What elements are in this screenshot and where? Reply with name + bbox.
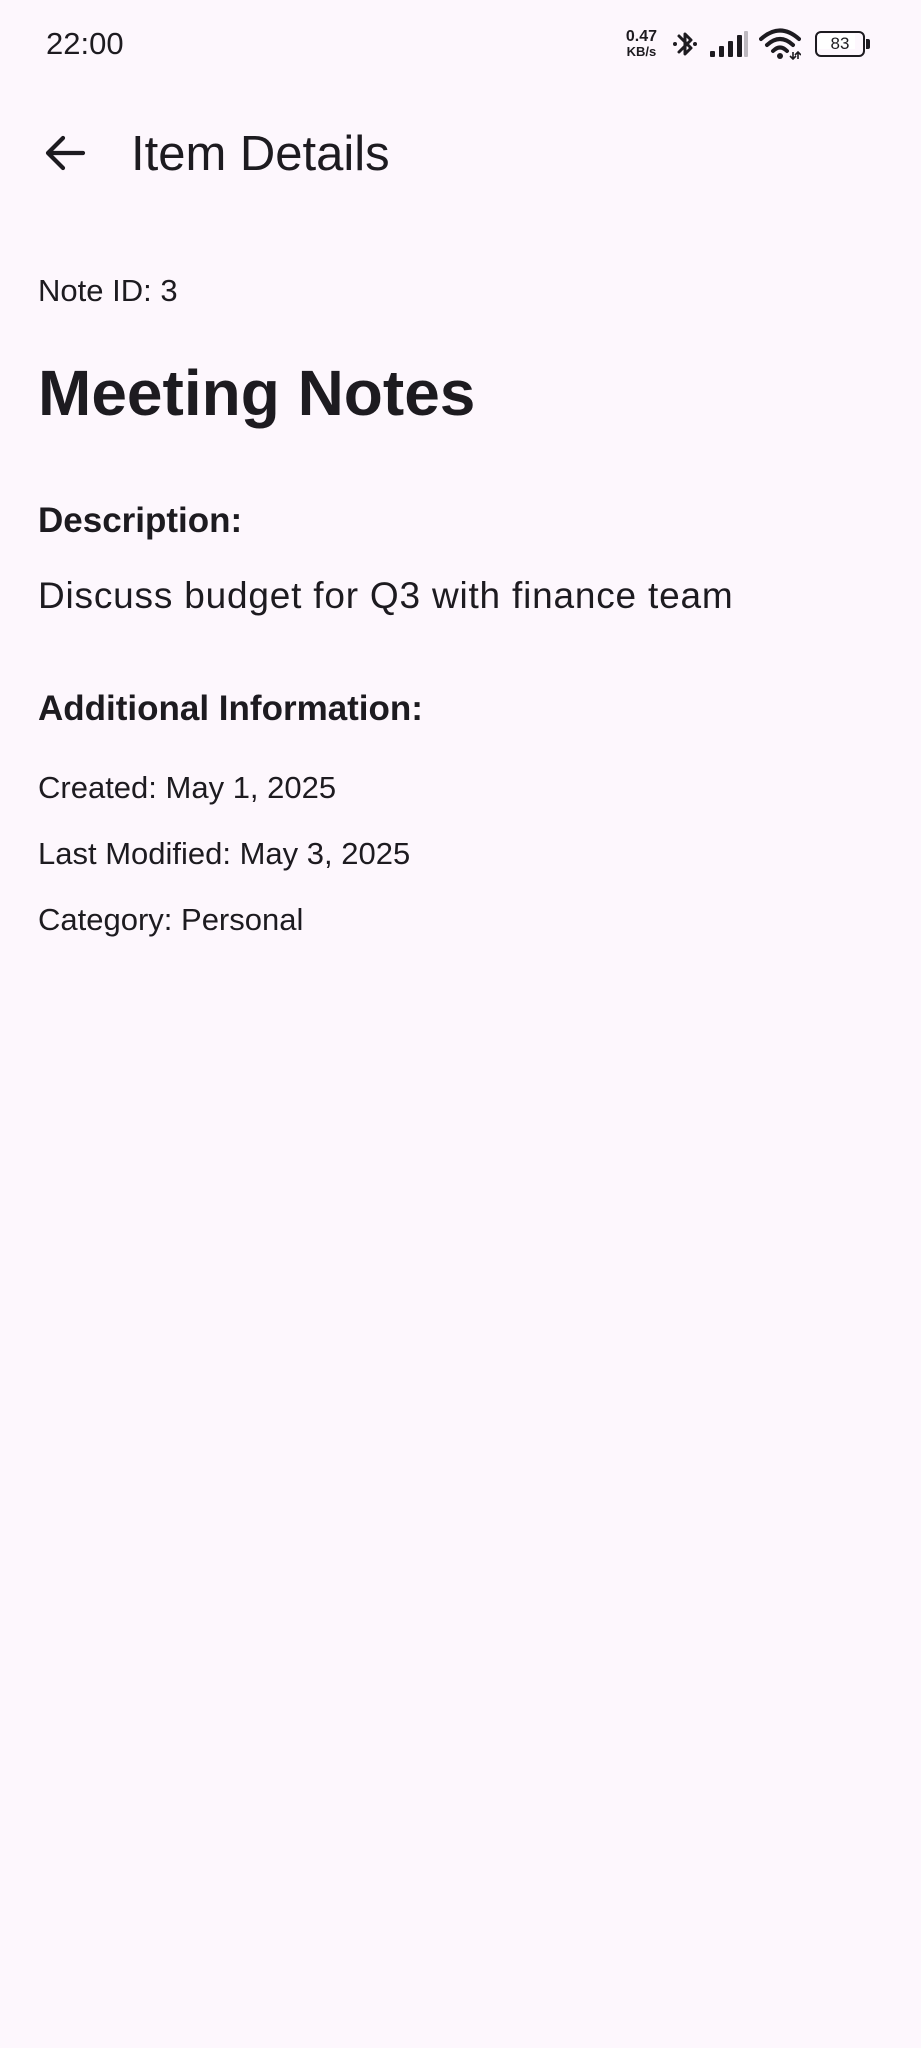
network-speed-unit: KB/s	[626, 44, 657, 59]
wifi-icon	[759, 28, 801, 60]
created-date: Created: May 1, 2025	[38, 770, 337, 805]
additional-info-label: Additional Information:	[38, 689, 423, 728]
status-time: 22:00	[46, 26, 124, 61]
battery-cap	[866, 39, 870, 49]
status-icons: 0.47 KB/s 83	[626, 22, 871, 66]
page-title: Item Details	[131, 127, 390, 181]
bluetooth-icon	[673, 32, 697, 56]
note-title: Meeting Notes	[38, 357, 476, 429]
status-bar: 22:00 0.47 KB/s 83	[0, 0, 921, 88]
battery-level: 83	[830, 34, 850, 53]
description-label: Description:	[38, 501, 243, 540]
note-id: Note ID: 3	[38, 273, 178, 308]
description-text: Discuss budget for Q3 with finance team	[38, 575, 734, 616]
signal-icon	[710, 31, 748, 57]
last-modified-date: Last Modified: May 3, 2025	[38, 836, 411, 871]
top-app-bar: Item Details	[0, 100, 921, 212]
network-speed-value: 0.47	[625, 28, 657, 45]
arrow-back-icon	[45, 135, 86, 171]
category: Category: Personal	[38, 902, 304, 937]
back-button[interactable]	[32, 120, 98, 186]
network-speed: 0.47 KB/s	[625, 28, 657, 60]
battery-icon: 83	[815, 31, 871, 57]
